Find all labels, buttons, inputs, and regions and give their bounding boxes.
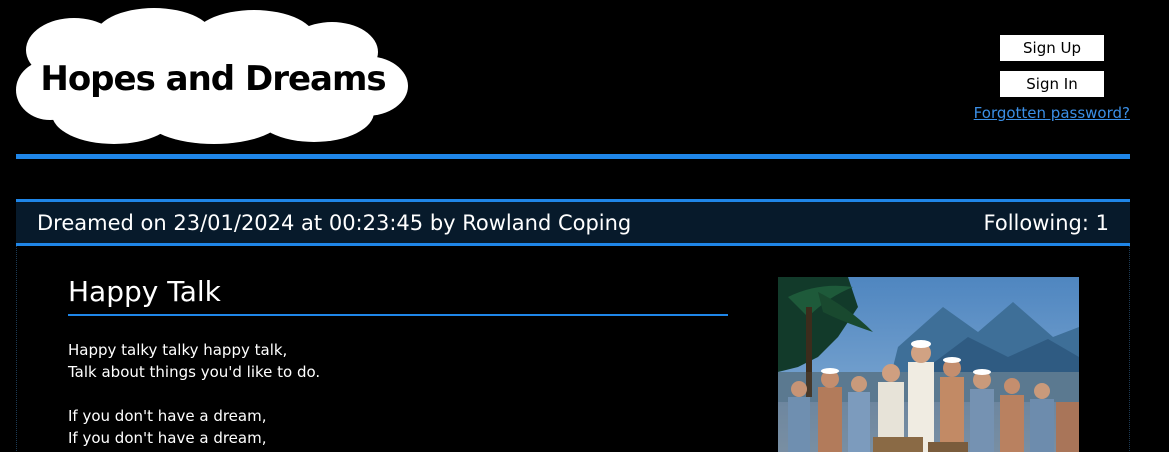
lyric-line: If you don't have a dream, (68, 429, 267, 447)
dream-photo (778, 277, 1079, 452)
sign-up-button[interactable]: Sign Up (1000, 35, 1104, 61)
forgotten-password-link[interactable]: Forgotten password? (974, 104, 1130, 122)
lyric-line (68, 383, 320, 405)
lyric-line: If you don't have a dream, (68, 407, 267, 425)
page: Hopes and Dreams Sign Up Sign In Forgott… (0, 0, 1169, 452)
following-count[interactable]: Following: 1 (984, 211, 1109, 235)
auth-panel: Sign Up Sign In Forgotten password? (970, 35, 1130, 122)
lyric-line: Talk about things you'd like to do. (68, 363, 321, 381)
site-logo[interactable]: Hopes and Dreams (14, 8, 412, 146)
dream-card: Dreamed on 23/01/2024 at 00:23:45 by Row… (16, 199, 1130, 452)
dream-meta: Dreamed on 23/01/2024 at 00:23:45 by Row… (37, 210, 632, 235)
dream-body: Happy talky talky happy talk, Talk about… (68, 339, 320, 449)
dream-title: Happy Talk (68, 275, 728, 316)
logo-text: Hopes and Dreams (40, 59, 386, 99)
sailors-photo-image (778, 277, 1079, 452)
lyric-line: Happy talky talky happy talk, (68, 341, 288, 359)
sign-in-button[interactable]: Sign In (1000, 71, 1104, 97)
header-divider (16, 154, 1130, 159)
dream-meta-bar: Dreamed on 23/01/2024 at 00:23:45 by Row… (16, 199, 1130, 246)
